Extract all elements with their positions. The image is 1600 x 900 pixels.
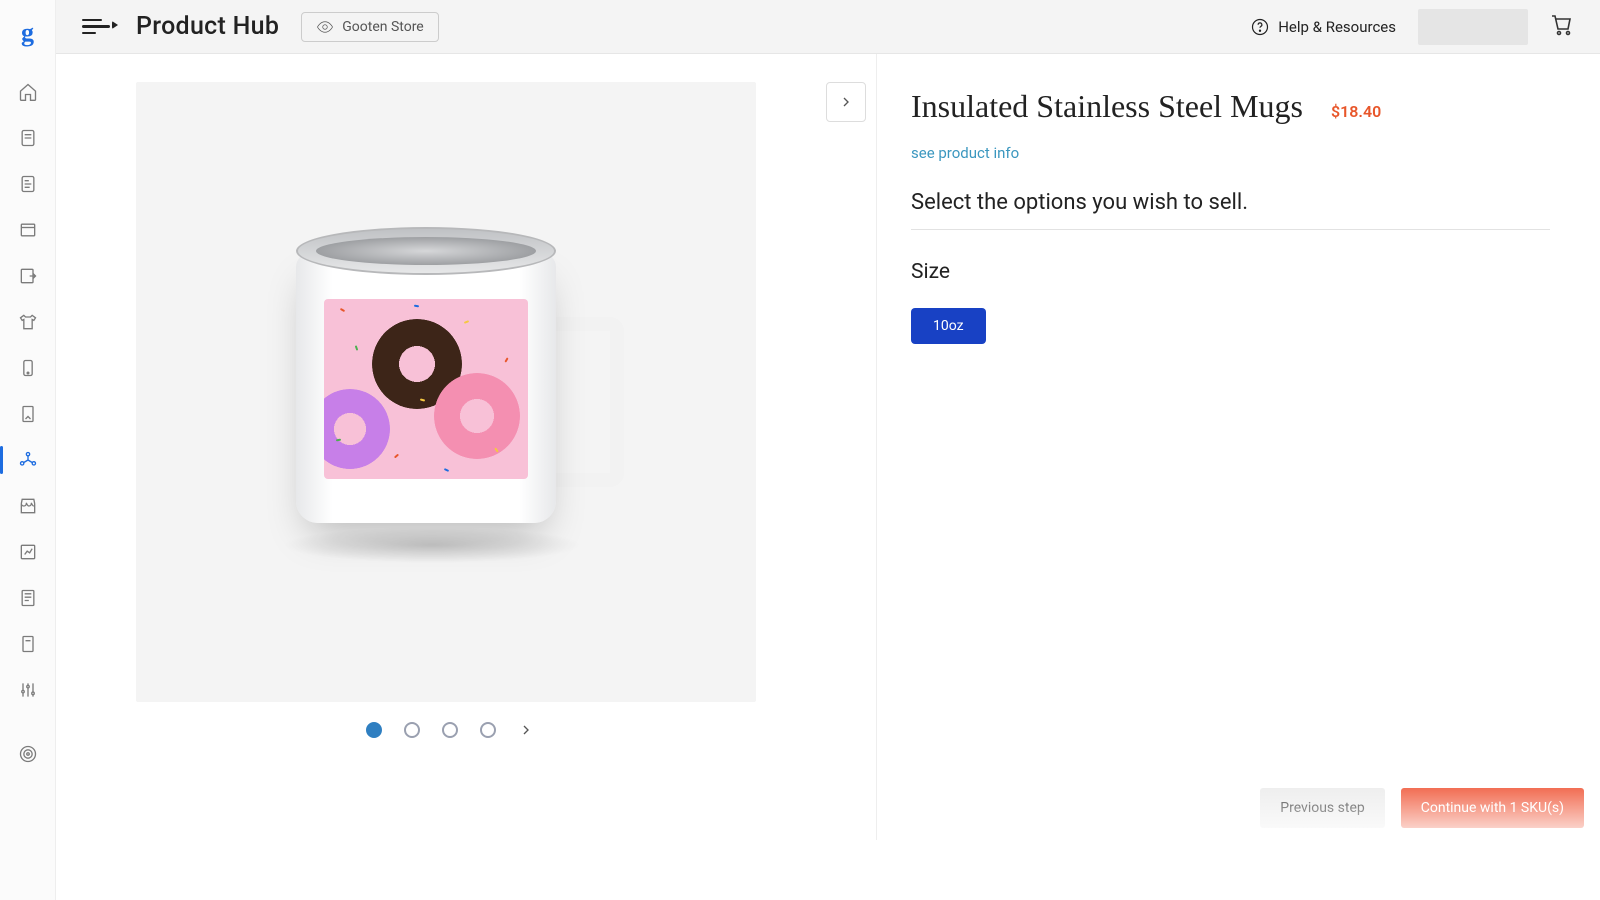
nav-sliders-icon[interactable]	[16, 678, 40, 702]
carousel-dot-2[interactable]	[404, 722, 420, 738]
nav-apparel-icon[interactable]	[16, 310, 40, 334]
select-instruction: Select the options you wish to sell.	[911, 190, 1550, 230]
size-label: Size	[911, 260, 1550, 284]
nav-docs-icon[interactable]	[16, 172, 40, 196]
nav-home-icon[interactable]	[16, 80, 40, 104]
carousel-dot-3[interactable]	[442, 722, 458, 738]
previous-step-button[interactable]: Previous step	[1260, 788, 1384, 828]
nav-orders-icon[interactable]	[16, 126, 40, 150]
mug-mockup	[276, 227, 616, 557]
config-panel: Insulated Stainless Steel Mugs $18.40 se…	[876, 54, 1600, 840]
product-info-link[interactable]: see product info	[911, 144, 1019, 162]
nav-billing-icon[interactable]	[16, 586, 40, 610]
store-label: Gooten Store	[342, 19, 424, 35]
carousel-dot-1[interactable]	[366, 722, 382, 738]
nav-store-icon[interactable]	[16, 494, 40, 518]
logo: g	[21, 18, 34, 48]
preview-next-button[interactable]	[826, 82, 866, 122]
product-price: $18.40	[1331, 102, 1381, 121]
help-link[interactable]: Help & Resources	[1251, 18, 1396, 36]
product-preview	[136, 82, 756, 702]
nav-tag-icon[interactable]	[16, 402, 40, 426]
preview-panel	[56, 54, 876, 840]
sidebar-rail: g	[0, 0, 56, 900]
nav-target-icon[interactable]	[16, 742, 40, 766]
footer-actions: Previous step Continue with 1 SKU(s)	[1260, 788, 1584, 840]
carousel-dots	[366, 722, 856, 738]
size-chip-10oz[interactable]: 10oz	[911, 308, 986, 344]
nav-inventory-icon[interactable]	[16, 218, 40, 242]
product-title: Insulated Stainless Steel Mugs	[911, 88, 1303, 125]
nav-hub-icon[interactable]	[16, 448, 40, 472]
help-label: Help & Resources	[1278, 18, 1396, 36]
header-placeholder[interactable]	[1418, 9, 1528, 45]
cart-icon[interactable]	[1550, 13, 1574, 41]
continue-button[interactable]: Continue with 1 SKU(s)	[1401, 788, 1584, 828]
menu-toggle-icon[interactable]	[82, 19, 114, 35]
nav-export-icon[interactable]	[16, 264, 40, 288]
content: Insulated Stainless Steel Mugs $18.40 se…	[56, 54, 1600, 900]
nav-calc-icon[interactable]	[16, 632, 40, 656]
carousel-dot-4[interactable]	[480, 722, 496, 738]
carousel-next-icon[interactable]	[518, 722, 534, 738]
topbar: Product Hub Gooten Store Help & Resource…	[56, 0, 1600, 54]
page-title: Product Hub	[136, 12, 279, 41]
nav-phone-icon[interactable]	[16, 356, 40, 380]
nav-analytics-icon[interactable]	[16, 540, 40, 564]
store-selector[interactable]: Gooten Store	[301, 12, 439, 42]
